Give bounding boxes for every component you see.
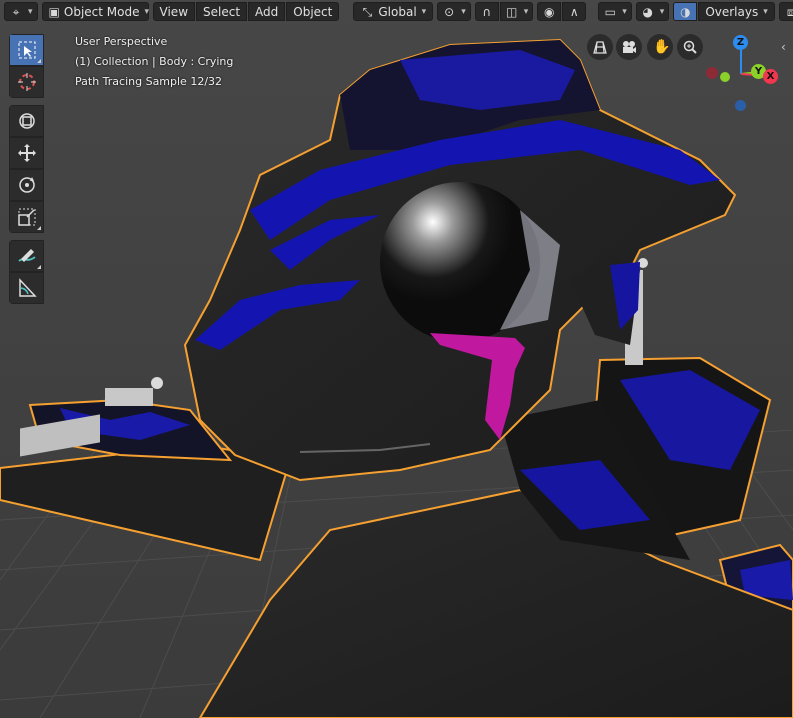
transform-orientation-select[interactable]: ⤡ Global ▾: [353, 2, 434, 21]
pan-view-button[interactable]: ✋: [647, 34, 673, 60]
menu-add[interactable]: Add: [248, 2, 286, 21]
tool-rotate[interactable]: [9, 169, 44, 201]
editor-type-icon: ⌖: [12, 4, 20, 19]
visibility-box-icon: ▭: [604, 4, 616, 19]
move-icon: [17, 144, 36, 162]
scale-icon: [17, 208, 35, 226]
xray-icon: ⧈: [786, 4, 793, 19]
tool-cursor[interactable]: [9, 66, 44, 98]
chevron-down-icon: ▾: [622, 6, 627, 17]
gizmo-x-label: X: [766, 71, 775, 82]
tool-group-annotate: [9, 240, 46, 304]
rotate-icon: [18, 177, 35, 193]
tool-options-corner: [37, 59, 41, 63]
chevron-down-icon: ▾: [144, 6, 149, 17]
navigation-gizmo[interactable]: Z Y X: [700, 30, 785, 115]
viewport-header: ⌖ ▾ ▣ Object Mode ▾ View Select Add Obje…: [0, 0, 793, 23]
viewport-info: User Perspective (1) Collection | Body :…: [75, 32, 233, 92]
tool-measure[interactable]: [9, 272, 44, 304]
tool-shelf: [9, 34, 46, 311]
toggle-camera-grid-button[interactable]: [587, 34, 613, 60]
menu-object[interactable]: Object: [286, 2, 340, 21]
chevron-down-icon: ▾: [763, 6, 768, 17]
tool-select-box[interactable]: [9, 34, 44, 66]
gizmo-neg-y-axis[interactable]: [720, 72, 730, 82]
tool-group-transform: [9, 105, 46, 233]
3d-viewport[interactable]: ⌖ ▾ ▣ Object Mode ▾ View Select Add Obje…: [0, 0, 793, 718]
gizmo-z-label: Z: [736, 37, 745, 48]
hand-icon: ✋: [653, 39, 671, 55]
object-mode-icon: ▣: [48, 4, 60, 19]
magnet-icon: ∩: [482, 4, 492, 19]
overlays-toggle[interactable]: ◑: [673, 2, 698, 21]
chevron-down-icon: ▾: [421, 6, 427, 17]
gizmo-y-label: Y: [754, 66, 763, 77]
falloff-curve-icon: ∧: [569, 4, 579, 19]
tool-group-select: [9, 34, 46, 98]
cursor-icon: [17, 73, 36, 91]
orientation-icon: ⤡: [362, 4, 373, 19]
grid-icon: [593, 41, 607, 54]
perspective-label: User Perspective: [75, 35, 168, 48]
xray-toggle[interactable]: ⧈: [778, 2, 793, 21]
tool-move[interactable]: [9, 137, 44, 169]
collection-label: (1) Collection | Body : Crying: [75, 55, 234, 68]
mode-label: Object Mode: [63, 4, 140, 19]
overlays-icon: ◑: [680, 4, 691, 19]
menu-select[interactable]: Select: [196, 2, 248, 21]
tool-scale[interactable]: [9, 201, 44, 233]
chevron-down-icon: ▾: [28, 6, 33, 17]
tool-transform[interactable]: [9, 105, 44, 137]
chevron-down-icon: ▾: [659, 6, 665, 17]
zoom-icon: [683, 40, 697, 54]
camera-icon: [623, 41, 636, 53]
editor-type-button[interactable]: ⌖ ▾: [4, 2, 38, 21]
gizmo-neg-z-axis[interactable]: [735, 100, 746, 111]
viewport-render: [0, 0, 793, 718]
eye-gizmo-icon: ◕: [642, 4, 654, 19]
snap-target-icon: ◫: [506, 4, 518, 19]
proportional-falloff-button[interactable]: ∧: [562, 2, 587, 21]
tool-annotate[interactable]: [9, 240, 44, 272]
overlays-dropdown[interactable]: Overlays ▾: [698, 2, 775, 21]
measure-icon: [18, 278, 37, 297]
proportional-edit-group: ◉ ∧: [537, 2, 587, 21]
mode-select[interactable]: ▣ Object Mode ▾: [41, 2, 149, 21]
menu-view[interactable]: View: [152, 2, 196, 21]
proportional-edit-icon: ◉: [544, 4, 555, 19]
transform-icon: [18, 113, 35, 129]
tool-options-corner: [37, 265, 41, 269]
select-box-icon: [18, 41, 35, 59]
pivot-point-button[interactable]: ⊙ ▾: [437, 2, 471, 21]
annotate-icon: [17, 249, 36, 262]
chevron-down-icon: ▾: [523, 6, 529, 17]
gizmo-neg-x-axis[interactable]: [706, 67, 718, 79]
gizmo-z-axis[interactable]: Z: [733, 35, 748, 50]
gizmo-toggle-button[interactable]: ◕ ▾: [635, 2, 670, 21]
pivot-icon: ⊙: [444, 4, 455, 19]
snap-toggle[interactable]: ∩: [474, 2, 499, 21]
orientation-label: Global: [378, 4, 417, 19]
overlays-label: Overlays: [705, 4, 759, 19]
chevron-down-icon: ▾: [461, 6, 466, 17]
snapping-group: ∩ ◫ ▾: [474, 2, 534, 21]
camera-view-button[interactable]: [616, 34, 642, 60]
object-type-visibility-button[interactable]: ▭ ▾: [598, 2, 632, 21]
sidebar-expand-arrow[interactable]: ‹: [781, 40, 791, 54]
gizmo-x-axis[interactable]: X: [763, 69, 778, 84]
header-menus: View Select Add Object: [152, 2, 340, 21]
overlays-group: ◑ Overlays ▾: [673, 2, 775, 21]
proportional-edit-toggle[interactable]: ◉: [537, 2, 562, 21]
tool-options-corner: [37, 226, 41, 230]
snap-target-button[interactable]: ◫ ▾: [499, 2, 534, 21]
render-status-label: Path Tracing Sample 12/32: [75, 75, 223, 88]
